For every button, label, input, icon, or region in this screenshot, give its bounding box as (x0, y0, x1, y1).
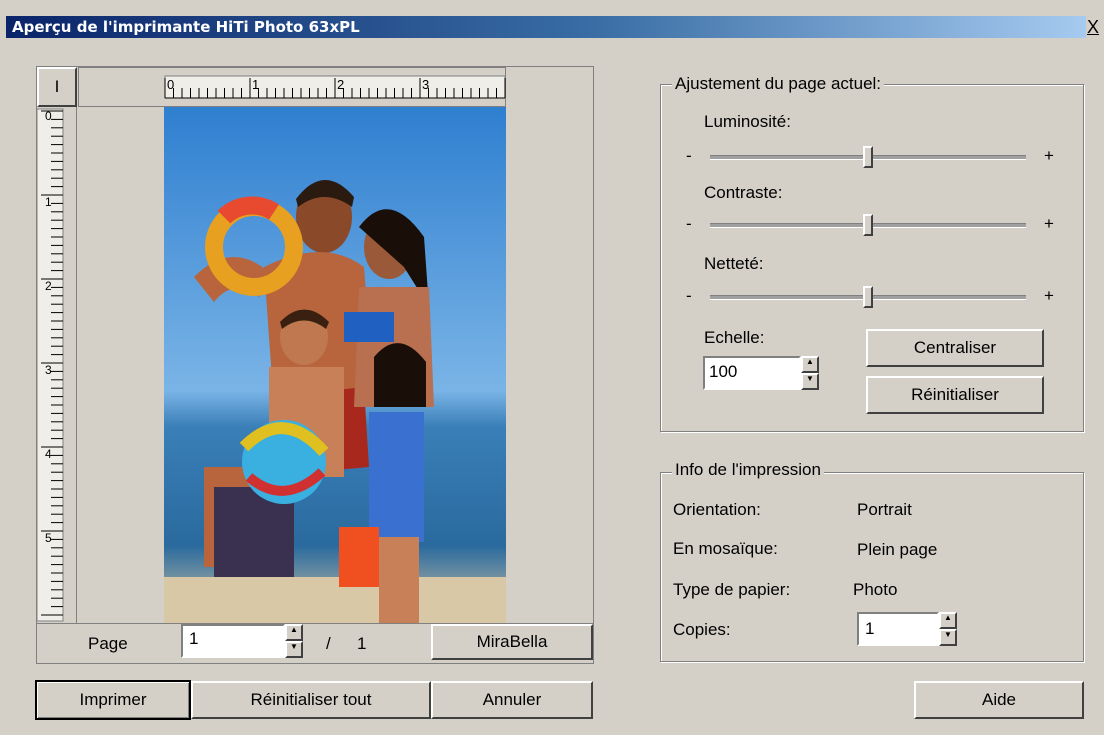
mirabella-label: MiraBella (476, 632, 548, 651)
copies-spin-down-icon[interactable]: ▼ (939, 629, 957, 646)
scale-spinner[interactable]: ▲ ▼ (801, 356, 819, 390)
scale-input[interactable]: 100 (703, 356, 801, 390)
reset-all-label: Réinitialiser tout (250, 690, 372, 709)
mirabella-button[interactable]: MiraBella (431, 624, 593, 660)
scale-value: 100 (709, 362, 738, 381)
copies-label: Copies: (673, 620, 731, 639)
print-button[interactable]: Imprimer (35, 680, 191, 720)
copies-spin-up-icon[interactable]: ▲ (939, 612, 957, 629)
ruler-v-label-5: 5 (45, 531, 52, 545)
help-button[interactable]: Aide (914, 681, 1084, 719)
page-spin-down-icon[interactable]: ▼ (285, 641, 303, 658)
horizontal-ruler-ticks (164, 75, 506, 99)
center-label: Centraliser (913, 338, 997, 357)
brightness-slider-thumb[interactable] (863, 146, 873, 168)
info-legend: Info de l'impression (672, 460, 824, 480)
adjust-legend: Ajustement du page actuel: (672, 74, 885, 94)
ruler-v-label-0: 0 (45, 109, 52, 123)
brightness-plus: + (1044, 146, 1054, 165)
sharpness-label: Netteté: (704, 254, 764, 273)
scale-label: Echelle: (704, 328, 765, 347)
page-number-input[interactable]: 1 (181, 624, 285, 658)
close-button[interactable]: X (1082, 16, 1104, 38)
paper-type-value: Photo (853, 580, 898, 599)
cancel-button[interactable]: Annuler (431, 681, 593, 719)
ruler-v-label-4: 4 (45, 447, 52, 461)
print-label: Imprimer (79, 690, 147, 709)
contrast-label: Contraste: (704, 183, 783, 202)
ruler-v-label-1: 1 (45, 195, 52, 209)
orientation-value: Portrait (857, 500, 912, 519)
vertical-ruler: 0 1 2 3 4 5 (37, 107, 77, 623)
ruler-v-label-2: 2 (45, 279, 52, 293)
sharpness-slider-thumb[interactable] (863, 286, 873, 308)
mosaic-value: Plein page (857, 540, 938, 559)
ruler-corner-label: I (54, 77, 60, 96)
scale-spin-up-icon[interactable]: ▲ (801, 356, 819, 373)
preview-photo[interactable] (164, 107, 506, 623)
copies-input[interactable]: 1 (857, 612, 939, 646)
page-number-value: 1 (189, 629, 199, 648)
reset-all-button[interactable]: Réinitialiser tout (191, 681, 431, 719)
page-label: Page (88, 634, 128, 653)
brightness-minus: - (686, 146, 692, 165)
vertical-ruler-ticks (37, 108, 64, 622)
ruler-h-label-1: 1 (252, 77, 260, 92)
ruler-h-label-3: 3 (422, 77, 430, 92)
ruler-corner-button[interactable]: I (37, 67, 77, 107)
close-icon: X (1086, 17, 1099, 37)
reset-button[interactable]: Réinitialiser (866, 376, 1044, 414)
page-spin-up-icon[interactable]: ▲ (285, 624, 303, 641)
mosaic-label: En mosaïque: (673, 539, 778, 558)
orientation-label: Orientation: (673, 500, 761, 519)
copies-spinner[interactable]: ▲ ▼ (939, 612, 957, 646)
page-separator: / (326, 634, 331, 653)
ruler-h-label-2: 2 (337, 77, 345, 92)
cancel-label: Annuler (482, 690, 542, 709)
ruler-h-label-0: 0 (167, 77, 175, 92)
page-total: 1 (357, 634, 367, 653)
page-spinner[interactable]: ▲ ▼ (285, 624, 303, 658)
sharpness-minus: - (686, 286, 692, 305)
contrast-minus: - (686, 214, 692, 233)
copies-value: 1 (865, 619, 875, 638)
brightness-label: Luminosité: (704, 112, 791, 131)
scale-spin-down-icon[interactable]: ▼ (801, 373, 819, 390)
reset-label: Réinitialiser (911, 385, 999, 404)
horizontal-ruler: 0 1 2 3 (78, 67, 506, 107)
contrast-slider-thumb[interactable] (863, 214, 873, 236)
paper-type-label: Type de papier: (673, 580, 791, 599)
window-title: Aperçu de l'imprimante HiTi Photo 63xPL (12, 18, 360, 36)
photo-image-icon (164, 107, 506, 623)
help-label: Aide (981, 690, 1017, 709)
contrast-plus: + (1044, 214, 1054, 233)
sharpness-plus: + (1044, 286, 1054, 305)
center-button[interactable]: Centraliser (866, 329, 1044, 367)
ruler-v-label-3: 3 (45, 363, 52, 377)
